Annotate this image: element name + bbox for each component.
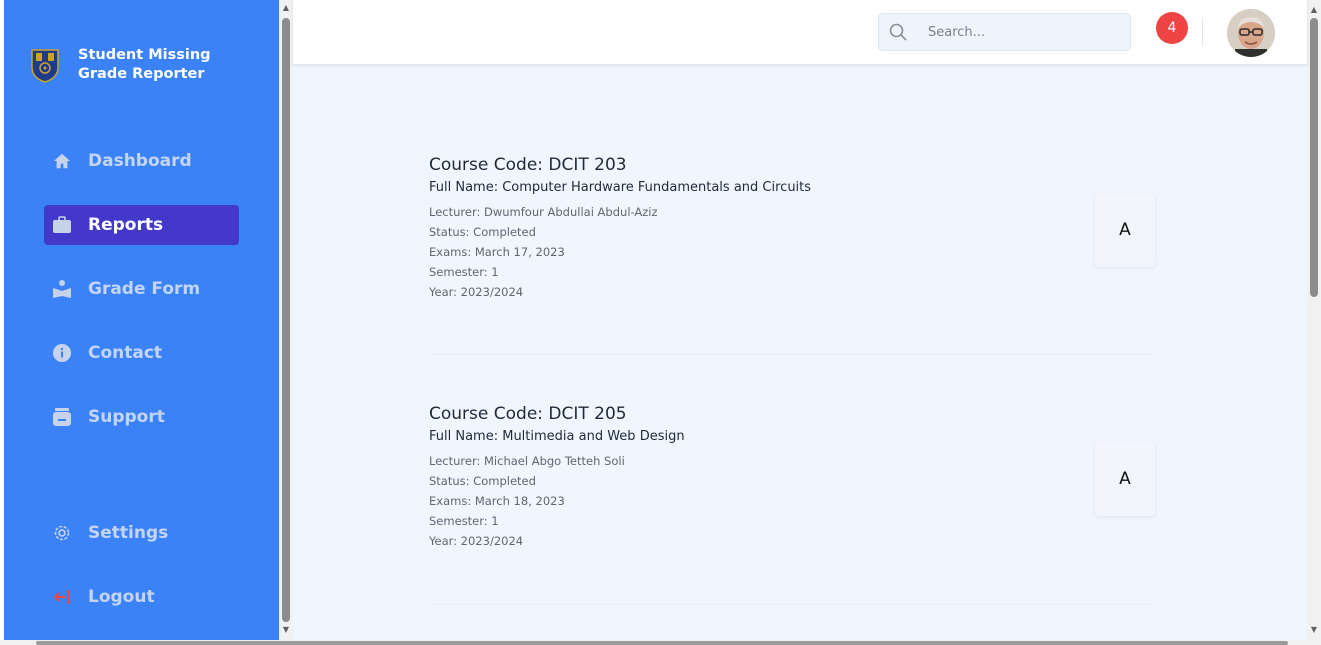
- course-code: Course Code: DCIT 203: [429, 155, 627, 175]
- page-scrollbar[interactable]: ▲ ▼: [1307, 0, 1321, 640]
- university-crest-logo: [31, 49, 59, 83]
- sidebar-item-label: Grade Form: [88, 279, 201, 299]
- lecturer: Lecturer: Dwumfour Abdullai Abdul-Aziz: [429, 205, 658, 219]
- sidebar-item-grade-form[interactable]: Grade Form: [44, 269, 239, 309]
- lecturer: Lecturer: Michael Abgo Tetteh Soli: [429, 454, 625, 468]
- card-divider: [429, 354, 1155, 355]
- exam-date: Exams: March 17, 2023: [429, 245, 565, 259]
- sidebar-item-settings[interactable]: Settings: [44, 513, 239, 553]
- sidebar: Student Missing Grade Reporter Dashboard…: [4, 0, 279, 640]
- brand[interactable]: Student Missing Grade Reporter: [30, 46, 258, 84]
- header-divider: [1202, 18, 1203, 46]
- horizontal-scrollbar[interactable]: [0, 640, 1321, 645]
- briefcase-icon: [52, 215, 72, 235]
- scroll-up-arrow-icon[interactable]: ▲: [279, 2, 293, 14]
- top-header: 4: [293, 0, 1307, 64]
- avatar[interactable]: [1227, 9, 1275, 57]
- year: Year: 2023/2024: [429, 285, 524, 299]
- sidebar-item-label: Contact: [88, 343, 163, 363]
- semester: Semester: 1: [429, 514, 499, 528]
- scroll-up-arrow-icon[interactable]: ▲: [1307, 4, 1321, 16]
- grade-badge: A: [1095, 442, 1155, 516]
- notification-badge[interactable]: 4: [1156, 12, 1188, 44]
- sidebar-scrollbar[interactable]: ▲ ▼: [279, 0, 293, 640]
- status: Status: Completed: [429, 225, 536, 239]
- course-code: Course Code: DCIT 205: [429, 404, 627, 424]
- exam-date: Exams: March 18, 2023: [429, 494, 565, 508]
- year: Year: 2023/2024: [429, 534, 524, 548]
- search-icon: [889, 23, 907, 41]
- sidebar-item-contact[interactable]: Contact: [44, 333, 239, 373]
- course-full-name: Full Name: Multimedia and Web Design: [429, 429, 685, 444]
- scroll-down-arrow-icon[interactable]: ▼: [279, 624, 293, 636]
- sidebar-item-label: Reports: [88, 215, 164, 235]
- user-photo: [1227, 9, 1275, 57]
- course-full-name: Full Name: Computer Hardware Fundamental…: [429, 180, 812, 195]
- search-box[interactable]: [878, 13, 1131, 51]
- sidebar-item-dashboard[interactable]: Dashboard: [44, 141, 239, 181]
- report-card[interactable]: Course Code: DCIT 203 Full Name: Compute…: [429, 155, 1155, 302]
- home-icon: [52, 151, 72, 171]
- sidebar-item-label: Settings: [88, 523, 169, 543]
- gear-icon: [52, 523, 72, 543]
- reports-content: Course Code: DCIT 203 Full Name: Compute…: [293, 64, 1307, 640]
- logout-icon: [52, 587, 72, 607]
- sidebar-item-label: Logout: [88, 587, 155, 607]
- grade-badge: A: [1095, 193, 1155, 267]
- sidebar-item-logout[interactable]: Logout: [44, 577, 239, 617]
- sidebar-item-support[interactable]: Support: [44, 397, 239, 437]
- sidebar-scroll-thumb[interactable]: [282, 18, 290, 622]
- status: Status: Completed: [429, 474, 536, 488]
- inbox-icon: [52, 407, 72, 427]
- report-card[interactable]: Course Code: DCIT 205 Full Name: Multime…: [429, 404, 1155, 551]
- horizontal-scroll-thumb[interactable]: [36, 641, 1288, 645]
- scroll-down-arrow-icon[interactable]: ▼: [1307, 624, 1321, 636]
- search-input[interactable]: [928, 24, 1118, 40]
- page-scroll-thumb[interactable]: [1310, 18, 1318, 297]
- sidebar-item-label: Support: [88, 407, 165, 427]
- info-icon: [52, 343, 72, 363]
- card-divider: [429, 604, 1155, 605]
- brand-title: Student Missing Grade Reporter: [78, 47, 211, 82]
- sidebar-item-reports[interactable]: Reports: [44, 205, 239, 245]
- semester: Semester: 1: [429, 265, 499, 279]
- sidebar-item-label: Dashboard: [88, 151, 192, 171]
- reader-icon: [52, 279, 72, 299]
